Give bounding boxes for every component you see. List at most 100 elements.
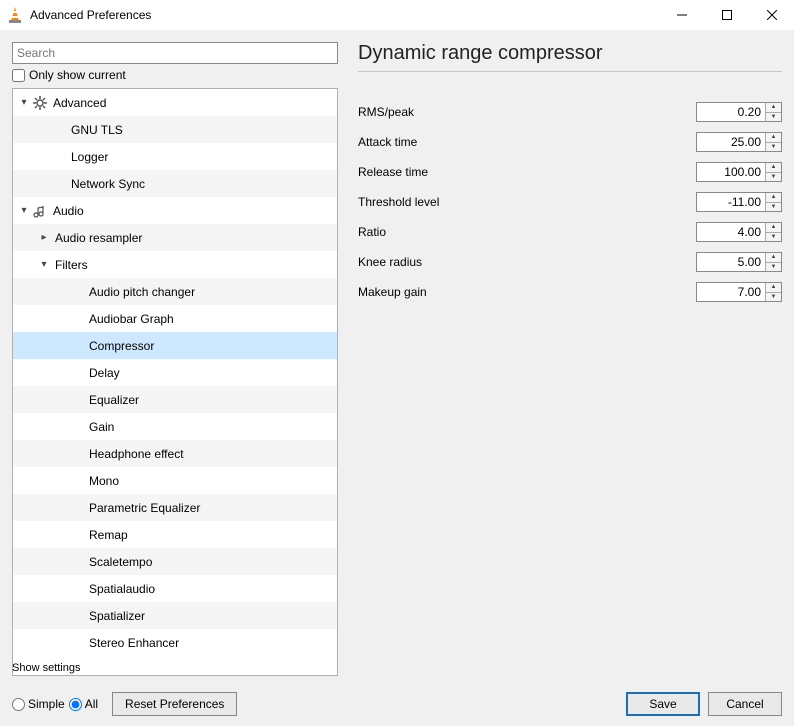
tree-item[interactable]: Compressor [13,332,337,359]
all-radio[interactable] [69,698,82,711]
tree-item[interactable]: Parametric Equalizer [13,494,337,521]
tree-item[interactable]: Scaletempo [13,548,337,575]
tree-item-label: Audio pitch changer [85,285,195,299]
setting-label: Attack time [358,135,696,149]
preferences-tree: ▾ Advanced GNU TLS Logger Network Sync ▾ Audio… [12,88,338,676]
show-settings-simple[interactable]: Simple [12,697,65,711]
tree-item[interactable]: ▾ Advanced [13,89,337,116]
setting-input[interactable] [697,253,765,271]
tree-item-label: Delay [85,366,120,380]
tree-item[interactable]: ▾Filters [13,251,337,278]
tree-item-label: Parametric Equalizer [85,501,200,515]
tree-item-label: Stereo Enhancer [85,636,179,650]
tree-item-label: Gain [85,420,114,434]
tree-item[interactable]: Delay [13,359,337,386]
step-down-icon[interactable]: ▼ [766,173,781,182]
simple-radio[interactable] [12,698,25,711]
step-up-icon[interactable]: ▲ [766,103,781,113]
tree-item[interactable]: Remap [13,521,337,548]
chevron-down-icon: ▾ [17,205,31,216]
audio-icon [31,204,49,218]
step-up-icon[interactable]: ▲ [766,283,781,293]
step-up-icon[interactable]: ▲ [766,193,781,203]
step-up-icon[interactable]: ▲ [766,133,781,143]
panel-title: Dynamic range compressor [358,42,782,72]
tree-item-label: Mono [85,474,119,488]
setting-spinbox[interactable]: ▲▼ [696,162,782,182]
tree-item-label: Audiobar Graph [85,312,174,326]
maximize-button[interactable] [704,0,749,30]
search-input[interactable] [12,42,338,64]
setting-input[interactable] [697,163,765,181]
tree-item-label: Spatialaudio [85,582,155,596]
setting-input[interactable] [697,283,765,301]
close-button[interactable] [749,0,794,30]
setting-spinbox[interactable]: ▲▼ [696,252,782,272]
tree-item[interactable]: GNU TLS [13,116,337,143]
show-settings-all[interactable]: All [69,697,98,711]
minimize-button[interactable] [659,0,704,30]
tree-item[interactable]: Stereo Enhancer [13,629,337,656]
tree-item-label: Audio resampler [51,231,142,245]
save-button[interactable]: Save [626,692,700,716]
tree-item-label: Audio [49,204,84,218]
tree-item[interactable]: Logger [13,143,337,170]
setting-row: Attack time▲▼ [358,132,782,152]
setting-input[interactable] [697,133,765,151]
setting-row: Ratio▲▼ [358,222,782,242]
setting-input[interactable] [697,223,765,241]
tree-item-label: Network Sync [67,177,145,191]
tree-item[interactable]: Headphone effect [13,440,337,467]
tree-item-label: Logger [67,150,108,164]
tree-item[interactable]: Audiobar Graph [13,305,337,332]
tree-item[interactable]: ▸Audio resampler [13,224,337,251]
setting-spinbox[interactable]: ▲▼ [696,132,782,152]
step-down-icon[interactable]: ▼ [766,293,781,302]
tree-item-label: Spatializer [85,609,145,623]
setting-spinbox[interactable]: ▲▼ [696,102,782,122]
chevron-down-icon: ▾ [17,97,31,108]
step-up-icon[interactable]: ▲ [766,253,781,263]
step-down-icon[interactable]: ▼ [766,113,781,122]
setting-input[interactable] [697,193,765,211]
step-down-icon[interactable]: ▼ [766,263,781,272]
setting-input[interactable] [697,103,765,121]
step-down-icon[interactable]: ▼ [766,233,781,242]
tree-item[interactable]: ▾ Audio [13,197,337,224]
setting-label: Threshold level [358,195,696,209]
cancel-button[interactable]: Cancel [708,692,782,716]
step-up-icon[interactable]: ▲ [766,163,781,173]
footer: Show settings Simple All Reset Preferenc… [0,676,794,726]
tree-item-label: Filters [51,258,88,272]
tree-item[interactable]: Audio pitch changer [13,278,337,305]
tree-item[interactable]: Network Sync [13,170,337,197]
tree-item[interactable]: Equalizer [13,386,337,413]
tree-item[interactable]: Mono [13,467,337,494]
only-show-current-label: Only show current [29,68,126,82]
tree-item-label: Equalizer [85,393,139,407]
settings-form: RMS/peak▲▼Attack time▲▼Release time▲▼Thr… [358,102,782,302]
setting-label: Ratio [358,225,696,239]
tree-item[interactable]: Gain [13,413,337,440]
tree-item-label: Scaletempo [85,555,152,569]
preferences-tree-scroll[interactable]: ▾ Advanced GNU TLS Logger Network Sync ▾ Audio… [13,89,337,675]
tree-item-label: Advanced [49,96,106,110]
step-up-icon[interactable]: ▲ [766,223,781,233]
step-down-icon[interactable]: ▼ [766,203,781,212]
setting-spinbox[interactable]: ▲▼ [696,192,782,212]
tree-item-label: Compressor [85,339,154,353]
left-panel: Only show current ▾ Advanced GNU TLS Logger… [12,42,338,676]
main-content: Only show current ▾ Advanced GNU TLS Logger… [0,30,794,676]
step-down-icon[interactable]: ▼ [766,143,781,152]
tree-item[interactable]: Spatializer [13,602,337,629]
setting-spinbox[interactable]: ▲▼ [696,282,782,302]
tree-item-label: Remap [85,528,128,542]
tree-item[interactable]: Spatialaudio [13,575,337,602]
only-show-current-checkbox[interactable] [12,69,25,82]
tree-item-label: Headphone effect [85,447,184,461]
only-show-current-row: Only show current [12,68,338,82]
reset-preferences-button[interactable]: Reset Preferences [112,692,237,716]
right-panel: Dynamic range compressor RMS/peak▲▼Attac… [358,42,782,676]
title-bar: Advanced Preferences [0,0,794,30]
setting-spinbox[interactable]: ▲▼ [696,222,782,242]
